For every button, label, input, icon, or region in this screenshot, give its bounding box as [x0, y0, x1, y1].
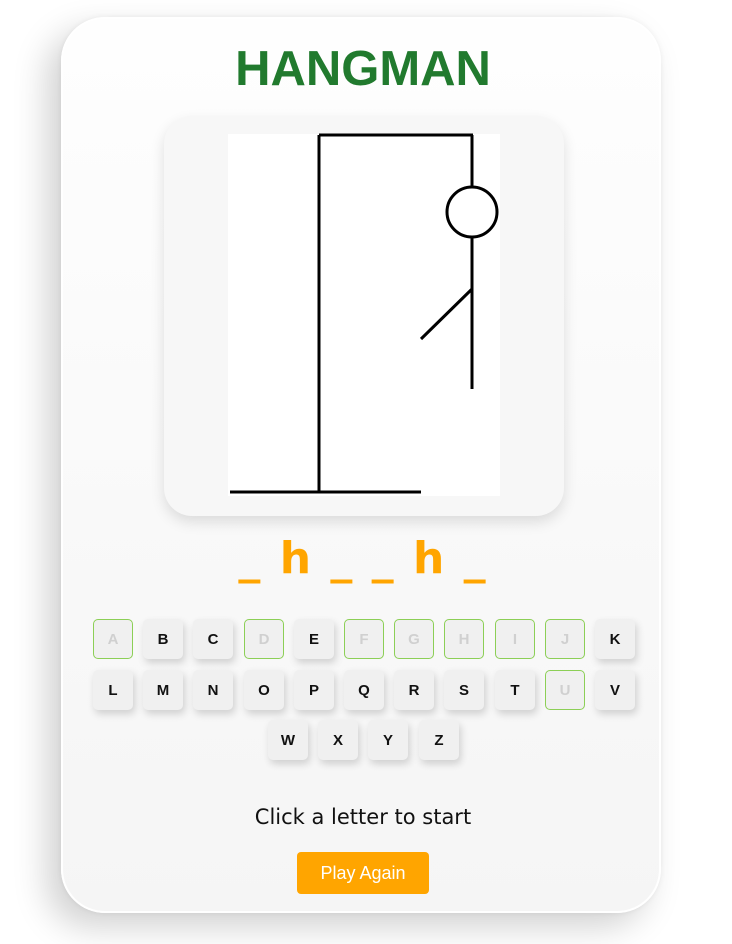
- hangman-stage: [164, 116, 564, 516]
- key-d: D: [244, 619, 284, 659]
- key-k[interactable]: K: [595, 619, 635, 659]
- game-card: HANGMAN _ h _ _ h _ ABCDEFGHIJK LMNOPQRST…: [61, 17, 661, 913]
- key-t[interactable]: T: [495, 670, 535, 710]
- key-u: U: [545, 670, 585, 710]
- key-p[interactable]: P: [294, 670, 334, 710]
- key-e[interactable]: E: [294, 619, 334, 659]
- key-m[interactable]: M: [143, 670, 183, 710]
- key-x[interactable]: X: [318, 720, 358, 760]
- key-w[interactable]: W: [268, 720, 308, 760]
- key-r[interactable]: R: [394, 670, 434, 710]
- key-v[interactable]: V: [595, 670, 635, 710]
- drawing-canvas: [228, 134, 500, 496]
- key-z[interactable]: Z: [419, 720, 459, 760]
- key-a: A: [93, 619, 133, 659]
- key-l[interactable]: L: [93, 670, 133, 710]
- key-q[interactable]: Q: [344, 670, 384, 710]
- status-message: Click a letter to start: [254, 805, 472, 829]
- key-o[interactable]: O: [244, 670, 284, 710]
- key-f: F: [344, 619, 384, 659]
- key-i: I: [495, 619, 535, 659]
- play-again-button[interactable]: Play Again: [297, 852, 429, 894]
- key-y[interactable]: Y: [368, 720, 408, 760]
- game-title: HANGMAN: [235, 42, 491, 96]
- key-j: J: [545, 619, 585, 659]
- key-h: H: [444, 619, 484, 659]
- hangman-drawing: [228, 133, 500, 496]
- key-g: G: [394, 619, 434, 659]
- key-n[interactable]: N: [193, 670, 233, 710]
- key-b[interactable]: B: [143, 619, 183, 659]
- key-s[interactable]: S: [444, 670, 484, 710]
- word-display: _ h _ _ h _: [238, 533, 488, 584]
- key-c[interactable]: C: [193, 619, 233, 659]
